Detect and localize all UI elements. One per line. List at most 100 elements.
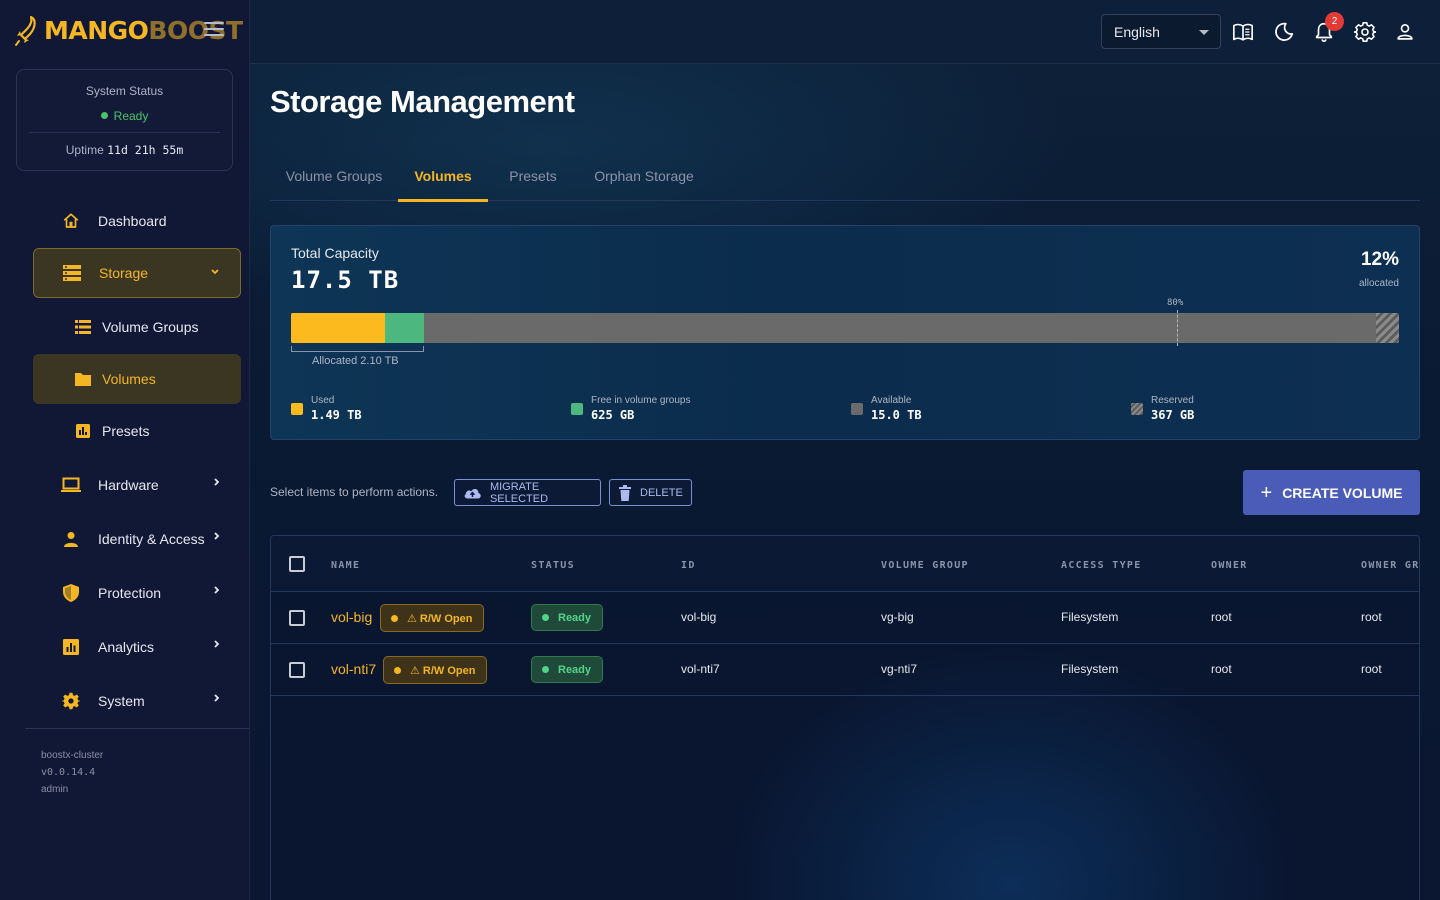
create-volume-label: CREATE VOLUME: [1282, 484, 1403, 501]
threshold-marker-label: 80%: [1167, 298, 1184, 308]
column-header-owner[interactable]: OWNER: [1211, 560, 1248, 571]
nav-presets[interactable]: Presets: [33, 406, 241, 456]
delete-button[interactable]: DELETE: [609, 479, 692, 506]
page-title: Storage Management: [270, 84, 575, 119]
nav-dashboard[interactable]: Dashboard: [33, 196, 241, 246]
warning-dot-icon: [391, 614, 398, 622]
total-capacity-value: 17.5 TB: [291, 266, 400, 294]
nav-protection-label: Protection: [98, 585, 162, 601]
system-status-value: Ready: [17, 109, 232, 123]
column-header-id[interactable]: ID: [681, 560, 696, 571]
menu-toggle-icon[interactable]: [204, 22, 224, 38]
tab-presets[interactable]: Presets: [488, 158, 578, 201]
action-hint: Select items to perform actions.: [270, 485, 439, 499]
column-header-access-type[interactable]: ACCESS TYPE: [1061, 560, 1142, 571]
rocket-icon: [15, 15, 36, 46]
nav-protection[interactable]: Protection: [33, 568, 241, 618]
home-icon: [61, 211, 81, 231]
sidebar-divider: [25, 728, 249, 729]
book-icon[interactable]: [1232, 21, 1254, 43]
analytics-icon: [61, 637, 81, 657]
main-content: Storage Management Volume Groups Volumes…: [250, 64, 1440, 900]
legend-swatch-available: [851, 403, 863, 415]
cloud-upload-icon: [464, 488, 481, 499]
legend-swatch-reserved: [1131, 403, 1143, 415]
volume-name-link[interactable]: vol-nti7: [331, 661, 376, 677]
storage-icon: [62, 263, 82, 283]
nav-system-label: System: [98, 693, 145, 709]
nav-identity-access[interactable]: Identity & Access: [33, 514, 241, 564]
nav-identity-access-label: Identity & Access: [98, 531, 205, 547]
threshold-marker-line: [1177, 310, 1178, 346]
uptime: Uptime 11d 21h 55m: [65, 143, 184, 157]
warning-dot-icon: [394, 666, 401, 674]
folder-icon: [73, 369, 93, 389]
nav-dashboard-label: Dashboard: [98, 213, 167, 229]
nav-analytics[interactable]: Analytics: [33, 622, 241, 672]
gear-icon: [61, 691, 81, 711]
caret-down-icon: [1199, 30, 1209, 35]
nav-volume-groups-label: Volume Groups: [102, 319, 199, 335]
nav-system[interactable]: System: [33, 676, 241, 726]
nav-volumes[interactable]: Volumes: [33, 354, 241, 404]
owner-group: root: [1361, 610, 1382, 624]
chevron-right-icon: [214, 478, 220, 486]
capacity-bar: [291, 313, 1399, 343]
tab-volume-groups[interactable]: Volume Groups: [270, 158, 398, 201]
chevron-down-icon: [211, 269, 219, 275]
notification-count-badge: 2: [1325, 12, 1344, 31]
volume-id: vol-nti7: [681, 662, 720, 676]
top-bar: English 2: [250, 0, 1440, 64]
column-header-owner-group[interactable]: OWNER GRO: [1361, 560, 1419, 571]
rw-open-warning-badge: ⚠ R/W Open: [383, 656, 488, 684]
column-header-status[interactable]: STATUS: [531, 560, 575, 571]
migrate-selected-button[interactable]: MIGRATE SELECTED: [454, 479, 601, 506]
tab-orphan-storage[interactable]: Orphan Storage: [578, 158, 710, 201]
chevron-right-icon: [214, 694, 220, 702]
column-header-name[interactable]: NAME: [331, 560, 360, 571]
table-row[interactable]: vol-nti7 ⚠ R/W Open Ready vol-nti7 vg-nt…: [271, 644, 1419, 696]
person-icon: [61, 529, 81, 549]
volume-group: vg-big: [881, 610, 914, 624]
status-dot-icon: [100, 112, 108, 119]
allocated-label: Allocated 2.10 TB: [312, 355, 399, 367]
nav-hardware[interactable]: Hardware: [33, 460, 241, 510]
status-badge: Ready: [531, 604, 604, 631]
volume-name-link[interactable]: vol-big: [331, 609, 372, 625]
row-checkbox[interactable]: [289, 662, 305, 678]
capacity-bar-reserved: [1376, 313, 1399, 343]
status-dot-icon: [542, 614, 549, 621]
table-row[interactable]: vol-big ⚠ R/W Open Ready vol-big vg-big …: [271, 592, 1419, 644]
tab-volumes[interactable]: Volumes: [398, 158, 488, 202]
status-badge: Ready: [531, 656, 604, 683]
allocated-percent-label: allocated: [1358, 278, 1399, 289]
create-volume-button[interactable]: + CREATE VOLUME: [1243, 470, 1420, 515]
account-icon[interactable]: [1394, 21, 1416, 43]
capacity-bar-free-vg: [385, 313, 424, 343]
nav-volumes-label: Volumes: [102, 371, 156, 387]
row-checkbox[interactable]: [289, 610, 305, 626]
column-header-volume-group[interactable]: VOLUME GROUP: [881, 560, 969, 571]
select-all-checkbox[interactable]: [289, 556, 305, 572]
cluster-name: boostx-cluster: [41, 750, 104, 761]
legend-swatch-free-vg: [571, 403, 583, 415]
language-select[interactable]: English: [1101, 14, 1221, 49]
nav-volume-groups[interactable]: Volume Groups: [33, 302, 241, 352]
chevron-right-icon: [214, 640, 220, 648]
rw-open-warning-badge: ⚠ R/W Open: [380, 604, 485, 632]
table-header-row: NAME STATUS ID VOLUME GROUP ACCESS TYPE …: [271, 536, 1419, 592]
settings-icon[interactable]: [1354, 21, 1376, 43]
chart-box-icon: [73, 421, 93, 441]
moon-icon[interactable]: [1273, 21, 1295, 43]
laptop-icon: [61, 475, 81, 495]
delete-label: DELETE: [640, 486, 683, 499]
nav-storage[interactable]: Storage: [33, 248, 241, 298]
nav-storage-label: Storage: [99, 265, 149, 281]
access-type: Filesystem: [1061, 662, 1119, 676]
system-status-card: System Status Ready Uptime 11d 21h 55m: [16, 69, 233, 171]
language-select-value: English: [1114, 23, 1160, 40]
allocated-percent: 12%: [1360, 249, 1399, 270]
volumes-table: NAME STATUS ID VOLUME GROUP ACCESS TYPE …: [270, 535, 1420, 900]
plus-icon: +: [1260, 481, 1273, 504]
uptime-value: 11d 21h 55m: [107, 143, 184, 157]
